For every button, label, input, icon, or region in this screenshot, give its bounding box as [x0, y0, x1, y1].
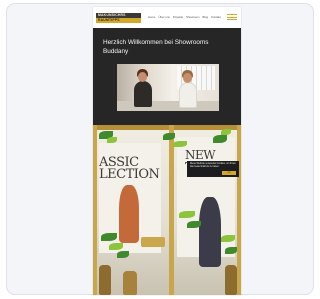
- cookie-accept-button[interactable]: OK: [222, 171, 236, 175]
- menu-icon-line: [227, 19, 237, 20]
- nav-item-about[interactable]: Über uns: [158, 16, 169, 19]
- person-right: [179, 82, 197, 108]
- team-photo: [117, 64, 219, 111]
- menu-icon-line: [227, 14, 237, 15]
- menu-icon-line: [227, 16, 237, 18]
- plant-leaf: [117, 251, 129, 258]
- nav-item-contact[interactable]: Kontakt: [211, 16, 221, 19]
- plant-leaf: [187, 221, 201, 228]
- site-header: MAKUNSICHRS RAUMTIPPS Home Über uns Proj…: [93, 7, 241, 28]
- plant-leaf: [221, 235, 235, 242]
- plant-leaf: [225, 247, 237, 254]
- poster-left-text: ASSIC LECTION: [99, 155, 160, 182]
- person-left: [134, 81, 152, 107]
- cookie-text: Diese Website verwendet Cookies, um Ihne…: [190, 163, 236, 168]
- person-left-head: [138, 72, 147, 82]
- hero-title: Herzlich Willkommen bei Showrooms Buddan…: [103, 39, 209, 55]
- plant-leaf: [101, 233, 117, 241]
- nav-item-home[interactable]: Home: [148, 16, 155, 19]
- floor-vase: [123, 271, 137, 295]
- logo-text-line2: RAUMTIPPS: [98, 18, 120, 22]
- cookie-banner: Diese Website verwendet Cookies, um Ihne…: [187, 161, 239, 177]
- window-frame-left: [93, 125, 97, 295]
- plant-leaf: [221, 129, 231, 135]
- floor-vase: [225, 265, 237, 295]
- shop-window-photo: ASSIC LECTION NEW TION: [93, 125, 241, 295]
- window-frame-top: [93, 125, 241, 130]
- plant-leaf: [179, 211, 195, 218]
- nav-item-blog[interactable]: Blog: [202, 16, 208, 19]
- nav-item-showroom[interactable]: Showroom: [186, 16, 199, 19]
- poster-figure-right: [199, 197, 221, 267]
- website-screenshot: MAKUNSICHRS RAUMTIPPS Home Über uns Proj…: [93, 7, 241, 295]
- plant-leaf: [213, 135, 227, 143]
- shelf-lamp: [141, 237, 165, 247]
- site-logo[interactable]: MAKUNSICHRS RAUMTIPPS: [96, 13, 141, 24]
- person-right-head: [183, 73, 192, 83]
- menu-icon[interactable]: [227, 14, 237, 20]
- main-nav: Home Über uns Projekte Showroom Blog Kon…: [148, 16, 221, 19]
- plant-leaf: [163, 133, 175, 140]
- floor-vase: [99, 265, 111, 295]
- window-frame-right: [237, 125, 241, 295]
- plant-leaf: [109, 243, 123, 250]
- plant-leaf: [107, 137, 117, 143]
- hero-section: Herzlich Willkommen bei Showrooms Buddan…: [93, 28, 241, 125]
- plant-leaf: [173, 141, 187, 147]
- poster-figure-left: [119, 185, 139, 243]
- nav-item-projects[interactable]: Projekte: [173, 16, 183, 19]
- photo-table: [117, 101, 219, 111]
- window-frame-mid: [169, 125, 174, 295]
